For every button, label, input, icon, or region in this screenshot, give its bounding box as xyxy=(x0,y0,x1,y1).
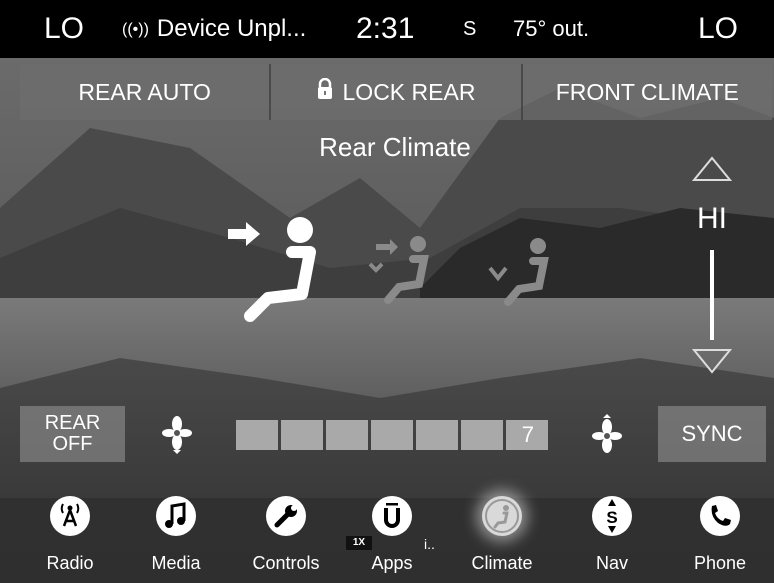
rear-climate-screen: LO ((•)) Device Unpl... 2:31 S 75° out. L… xyxy=(0,0,774,583)
uconnect-icon xyxy=(384,503,400,528)
passenger-temp-readout[interactable]: LO xyxy=(698,0,738,58)
nav-radio[interactable]: Radio xyxy=(20,486,120,583)
outside-temp: 75° out. xyxy=(513,16,590,41)
driver-temp-readout[interactable]: LO xyxy=(44,0,84,58)
page-title: Rear Climate xyxy=(319,132,471,162)
nav-controls-label: Controls xyxy=(252,553,320,573)
nav-media-label: Media xyxy=(151,553,201,573)
nav-nav[interactable]: S Nav xyxy=(562,486,662,583)
sync-button[interactable]: SYNC xyxy=(658,406,766,462)
nav-radio-label: Radio xyxy=(46,553,94,573)
nav-phone[interactable]: Phone xyxy=(670,486,770,583)
device-status[interactable]: ((•)) Device Unpl... xyxy=(122,0,306,58)
nav-phone-label: Phone xyxy=(693,553,747,573)
music-note-icon xyxy=(165,502,186,528)
lock-rear-button[interactable]: LOCK REAR xyxy=(271,64,523,120)
device-label: Device Unpl... xyxy=(156,15,307,42)
rear-off-button[interactable]: REAR OFF xyxy=(20,406,125,462)
phone-icon xyxy=(711,505,731,526)
antenna-icon: ((•)) xyxy=(122,21,149,38)
lock-icon xyxy=(317,77,333,106)
fan-segment[interactable] xyxy=(236,420,278,450)
fan-low-icon[interactable] xyxy=(162,414,192,454)
rear-auto-button[interactable]: REAR AUTO xyxy=(20,64,272,120)
radio-icon xyxy=(60,503,80,527)
lock-rear-label: LOCK REAR xyxy=(342,78,476,105)
floor-mode-icon[interactable] xyxy=(484,236,550,306)
temp-setting: HI xyxy=(697,202,727,235)
nav-media[interactable]: Media xyxy=(126,486,226,583)
fan-high-icon[interactable] xyxy=(592,414,622,454)
front-climate-button[interactable]: FRONT CLIMATE xyxy=(522,64,772,120)
temp-down-icon[interactable] xyxy=(690,346,734,376)
temp-up-icon[interactable] xyxy=(690,154,734,184)
fan-segment[interactable] xyxy=(416,420,458,450)
bilevel-mode-icon[interactable] xyxy=(366,234,432,306)
nav-climate-label: Climate xyxy=(471,553,533,573)
apps-more-indicator: i.. xyxy=(424,536,435,552)
nav-nav-label: Nav xyxy=(595,553,628,573)
fan-segment[interactable]: 7 xyxy=(506,420,548,450)
fan-speed-bar[interactable]: 7 xyxy=(236,420,548,450)
nav-apps[interactable]: Apps xyxy=(342,486,442,583)
status-bar: LO ((•)) Device Unpl... 2:31 S 75° out. L… xyxy=(0,0,774,58)
apps-count-badge: 1X xyxy=(346,536,372,550)
nav-apps-label: Apps xyxy=(371,553,413,573)
panel-mode-icon[interactable] xyxy=(222,214,332,322)
climate-seat-icon xyxy=(485,499,519,533)
satellite-indicator: S xyxy=(463,18,477,40)
fan-segment[interactable] xyxy=(371,420,413,450)
fan-speed-value: 7 xyxy=(521,422,534,447)
bottom-nav-bar: Radio Media Controls Apps Climate S Nav … xyxy=(0,486,774,583)
compass-letter: S xyxy=(606,508,617,527)
rear-off-line2: OFF xyxy=(52,433,93,455)
nav-climate[interactable]: Climate xyxy=(452,486,552,583)
fan-segment[interactable] xyxy=(326,420,368,450)
fan-segment[interactable] xyxy=(461,420,503,450)
temp-level-bar[interactable] xyxy=(707,250,717,340)
wrench-icon xyxy=(274,505,297,528)
clock: 2:31 xyxy=(356,12,415,45)
rear-off-line1: REAR xyxy=(44,412,101,434)
nav-controls[interactable]: Controls xyxy=(236,486,336,583)
compass-icon: S xyxy=(606,499,618,533)
top-button-bar: REAR AUTO LOCK REAR FRONT CLIMATE xyxy=(20,64,772,120)
fan-segment[interactable] xyxy=(281,420,323,450)
